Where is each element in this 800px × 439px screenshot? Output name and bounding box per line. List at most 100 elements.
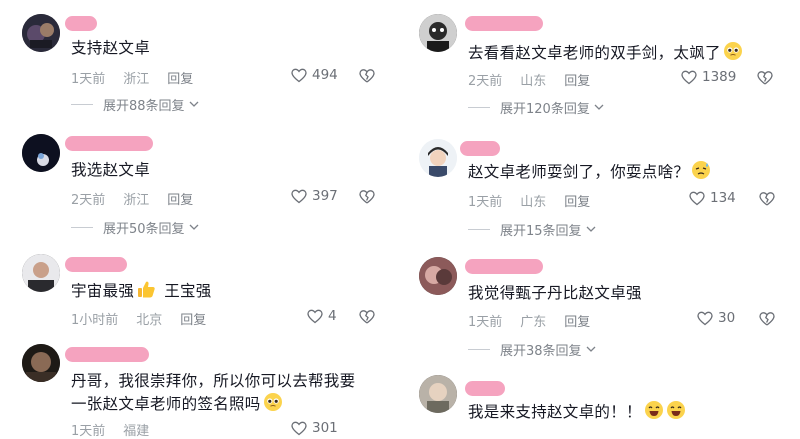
user-avatar[interactable]: [419, 257, 457, 295]
like-button[interactable]: 397: [291, 188, 338, 204]
broken-heart-icon[interactable]: [759, 191, 775, 207]
heart-icon: [697, 311, 713, 325]
heart-icon: [291, 68, 307, 82]
broken-heart-icon[interactable]: [759, 311, 775, 327]
expand-replies-label: 展开15条回复: [500, 224, 582, 239]
username-redacted[interactable]: [465, 16, 543, 31]
reply-button[interactable]: 回复: [564, 74, 590, 89]
comment-item: 我选赵文卓 2天前 浙江 回复 397 展开50条回复: [0, 120, 400, 237]
comment-text-part: 赵文卓老师耍剑了，你耍点啥？: [468, 163, 690, 181]
username-redacted[interactable]: [465, 381, 505, 396]
broken-heart-icon[interactable]: [359, 309, 375, 325]
heart-icon: [291, 421, 307, 435]
reply-button[interactable]: 回复: [564, 315, 590, 330]
comment-location: 浙江: [123, 193, 150, 208]
like-button[interactable]: 134: [689, 190, 736, 206]
laughing-face-icon: [666, 401, 685, 419]
chevron-down-icon: [189, 101, 199, 107]
comment-item: 去看看赵文卓老师的双手剑，太飒了 2天前 山东 回复 1389 展开120条回复: [400, 0, 800, 117]
comment-text: 赵文卓老师耍剑了，你耍点啥？: [468, 160, 711, 184]
comment-meta: 2天前 浙江 回复: [71, 189, 211, 208]
user-avatar[interactable]: [22, 134, 60, 172]
like-count: 1389: [702, 69, 737, 85]
like-button[interactable]: 4: [307, 308, 337, 324]
comment-meta: 2天前 山东 回复: [468, 70, 608, 89]
chevron-down-icon: [594, 104, 604, 110]
comment-meta: 1天前 浙江 回复: [71, 68, 211, 87]
pleading-face-icon: [263, 393, 282, 411]
broken-heart-icon[interactable]: [757, 70, 773, 86]
username-redacted[interactable]: [65, 16, 97, 31]
expand-replies-label: 展开88条回复: [103, 99, 185, 114]
expand-replies-button[interactable]: 展开15条回复: [468, 220, 596, 239]
comment-time: 2天前: [71, 193, 106, 208]
like-button[interactable]: 301: [291, 420, 338, 436]
comment-text-part: 去看看赵文卓老师的双手剑，太飒了: [468, 44, 721, 62]
comment-text-part: 宇宙最强: [71, 282, 135, 300]
comment-time: 1小时前: [71, 313, 119, 328]
heart-icon: [291, 189, 307, 203]
user-avatar[interactable]: [22, 254, 60, 292]
comment-location: 山东: [520, 195, 547, 210]
comment-meta: 1天前 广东 回复: [468, 311, 608, 330]
comment-item: 我觉得甄子丹比赵文卓强 1天前 广东 回复 30 展开38条回复: [400, 245, 800, 359]
username-redacted[interactable]: [65, 347, 149, 362]
comment-item: 支持赵文卓 1天前 浙江 回复 494 展开88条回复: [0, 0, 400, 114]
comment-time: 1天前: [468, 315, 503, 330]
like-button[interactable]: 1389: [681, 69, 736, 85]
reply-button[interactable]: 回复: [564, 195, 590, 210]
user-avatar[interactable]: [22, 14, 60, 52]
comment-item: 丹哥，我很崇拜你，所以你可以去帮我要 一张赵文卓老师的签名照吗 1天前 福建 30…: [0, 334, 400, 439]
comment-text: 我觉得甄子丹比赵文卓强: [468, 284, 642, 302]
broken-heart-icon[interactable]: [359, 189, 375, 205]
user-avatar[interactable]: [22, 344, 60, 382]
expand-replies-button[interactable]: 展开38条回复: [468, 340, 596, 359]
username-redacted[interactable]: [65, 136, 153, 151]
chevron-down-icon: [586, 346, 596, 352]
comment-meta: 1天前 福建: [71, 420, 167, 439]
username-redacted[interactable]: [460, 141, 500, 156]
comment-text: 我选赵文卓: [71, 161, 151, 179]
broken-heart-icon[interactable]: [359, 68, 375, 84]
sweat-smile-icon: [692, 161, 711, 179]
like-count: 301: [312, 420, 338, 436]
comment-text-part: 一张赵文卓老师的签名照吗: [71, 395, 261, 413]
comment-meta: 1天前 山东 回复: [468, 191, 608, 210]
comment-text: 支持赵文卓: [71, 39, 151, 57]
like-count: 30: [718, 310, 736, 326]
comment-location: 广东: [520, 315, 547, 330]
comment-time: 1天前: [71, 72, 106, 87]
expand-replies-button[interactable]: 展开50条回复: [71, 218, 199, 237]
heart-icon: [307, 309, 323, 323]
like-button[interactable]: 30: [697, 310, 735, 326]
chevron-down-icon: [586, 226, 596, 232]
expand-replies-label: 展开50条回复: [103, 222, 185, 237]
comment-location: 福建: [123, 424, 150, 439]
chevron-down-icon: [189, 224, 199, 230]
expand-replies-button[interactable]: 展开88条回复: [71, 95, 199, 114]
user-avatar[interactable]: [419, 14, 457, 52]
username-redacted[interactable]: [65, 257, 127, 272]
expand-replies-button[interactable]: 展开120条回复: [468, 98, 604, 117]
right-comment-column: 去看看赵文卓老师的双手剑，太飒了 2天前 山东 回复 1389 展开120条回复 赵…: [400, 0, 800, 427]
expand-replies-label: 展开38条回复: [500, 344, 582, 359]
comment-meta: 1小时前 北京 回复: [71, 309, 224, 328]
like-button[interactable]: 494: [291, 67, 338, 83]
comment-time: 2天前: [468, 74, 503, 89]
comment-item: 赵文卓老师耍剑了，你耍点啥？ 1天前 山东 回复 134 展开15条回复: [400, 125, 800, 239]
username-redacted[interactable]: [465, 259, 543, 274]
reply-button[interactable]: 回复: [180, 313, 206, 328]
thumbs-up-icon: [138, 281, 155, 298]
heart-icon: [681, 70, 697, 84]
left-comment-column: 支持赵文卓 1天前 浙江 回复 494 展开88条回复 我选赵文卓 2天前 浙江 回复 …: [0, 0, 400, 439]
user-avatar[interactable]: [419, 375, 457, 413]
comment-text: 宇宙最强 王宝强: [71, 279, 212, 303]
pleading-face-icon: [723, 42, 742, 60]
comment-text-line2: 一张赵文卓老师的签名照吗: [71, 392, 283, 416]
user-avatar[interactable]: [419, 139, 457, 177]
like-count: 494: [312, 67, 338, 83]
reply-button[interactable]: 回复: [167, 193, 193, 208]
reply-button[interactable]: 回复: [167, 72, 193, 87]
comment-location: 浙江: [123, 72, 150, 87]
comment-text-part: 王宝强: [164, 282, 212, 300]
